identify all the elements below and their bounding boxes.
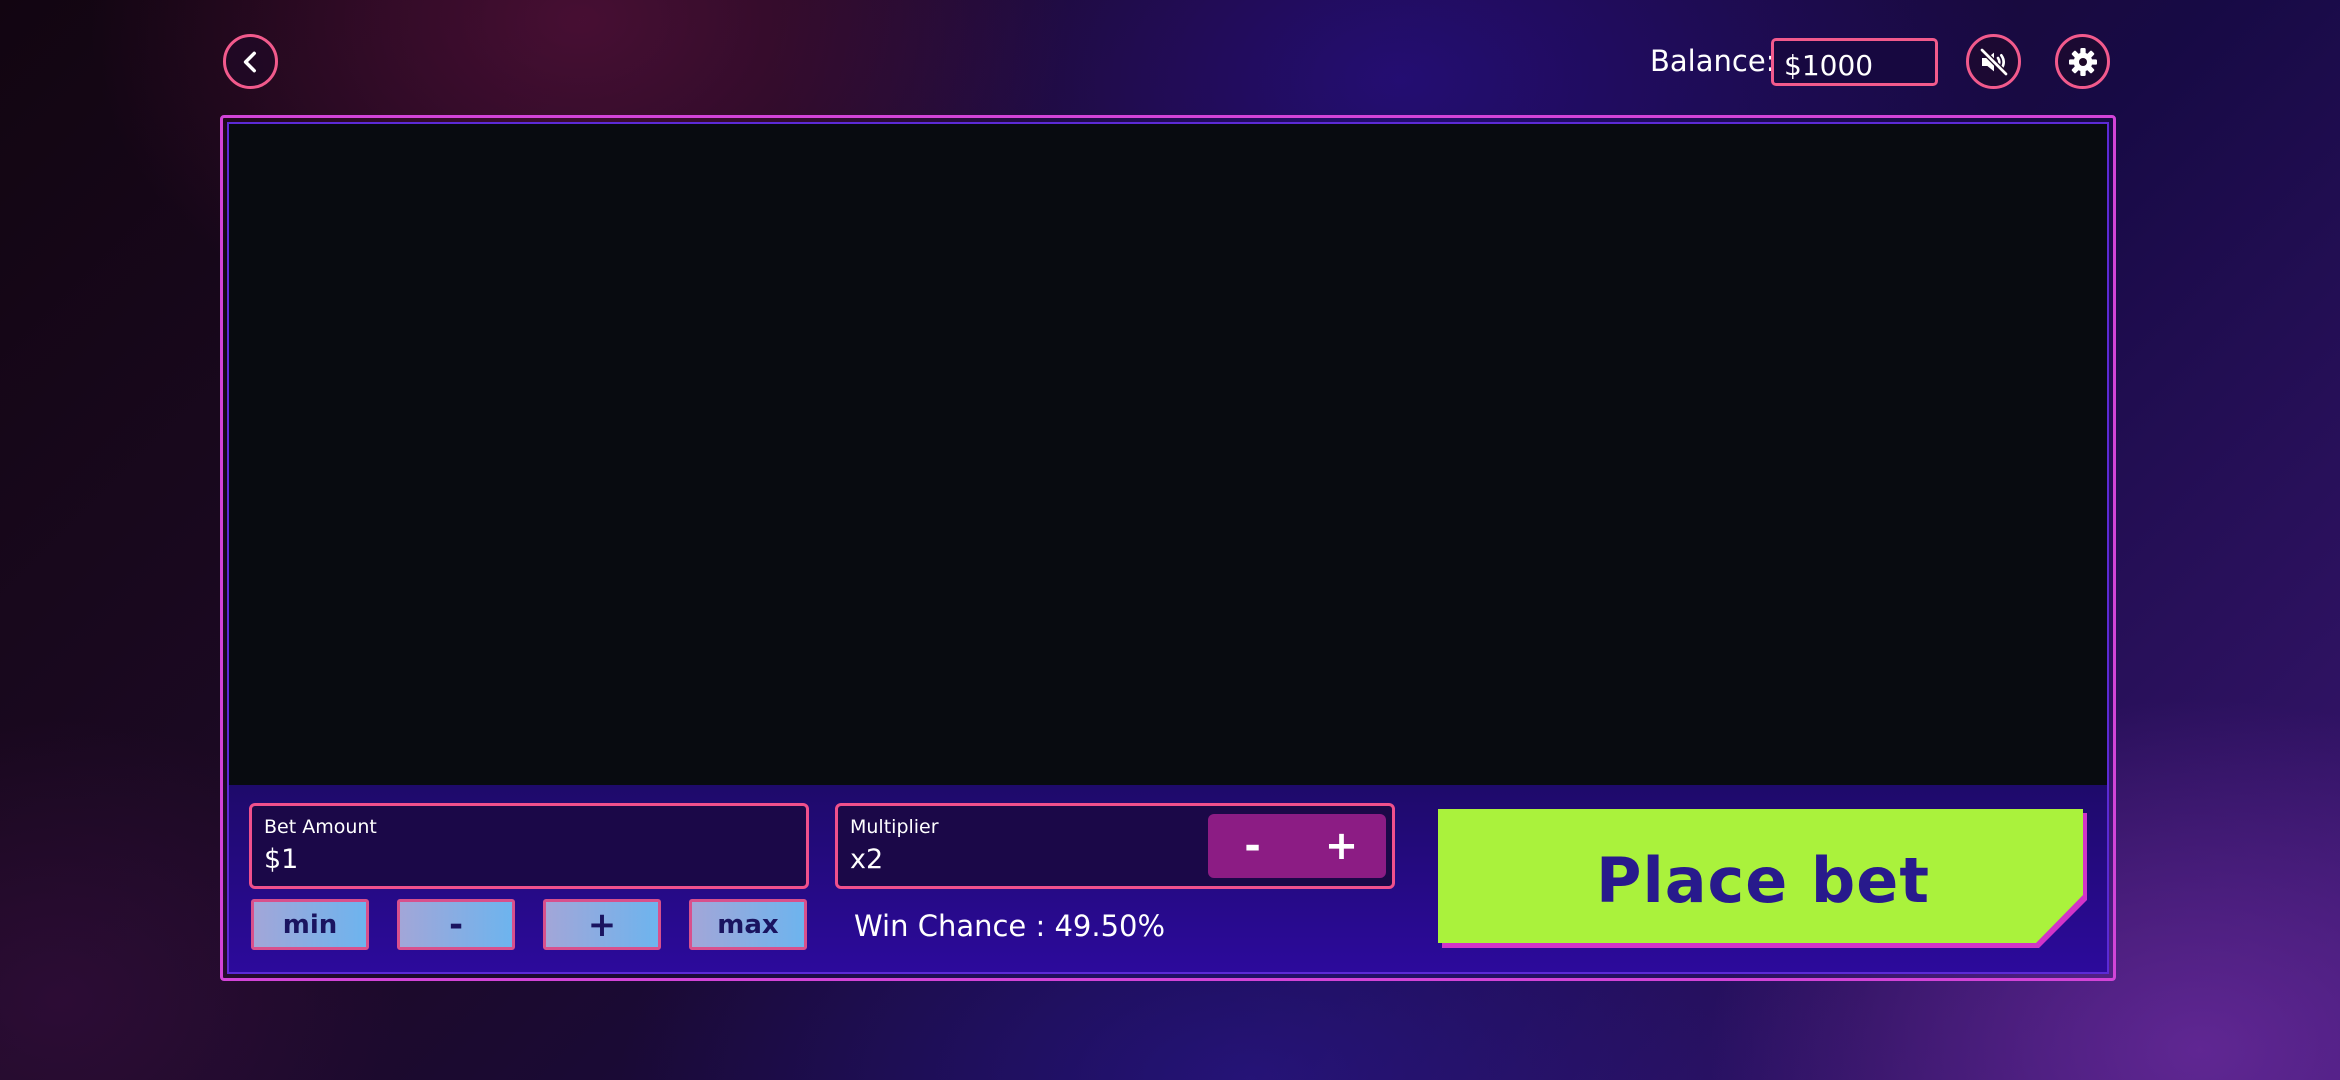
multiplier-stepper: - + [1208,814,1386,878]
back-button[interactable] [223,34,278,89]
bet-amount-field[interactable]: Bet Amount $1 [249,803,809,889]
game-frame: Bet Amount $1 min - + max Multiplier x2 … [220,115,2116,981]
balance-label: Balance: [1650,44,1776,78]
multiplier-field[interactable]: Multiplier x2 - + [835,803,1395,889]
multiplier-label: Multiplier [850,816,939,838]
chevron-left-icon [243,51,256,72]
multiplier-decrease-button[interactable]: - [1208,814,1297,878]
place-bet-button[interactable]: Place bet [1436,807,2090,948]
settings-button[interactable] [2055,34,2110,89]
place-bet-label: Place bet [1596,844,1930,917]
bet-amount-label: Bet Amount [264,816,377,838]
balance-value: $1000 [1771,38,1938,86]
multiplier-input[interactable]: x2 [850,844,883,875]
volume-muted-icon [1979,47,2008,76]
multiplier-increase-button[interactable]: + [1297,814,1386,878]
sound-toggle-button[interactable] [1966,34,2021,89]
bet-max-button[interactable]: max [689,899,807,950]
bet-decrease-button[interactable]: - [397,899,515,950]
bet-increase-button[interactable]: + [543,899,661,950]
gear-icon [2068,47,2097,76]
game-panel: Bet Amount $1 min - + max Multiplier x2 … [227,122,2109,974]
game-canvas [229,124,2107,785]
bet-min-button[interactable]: min [251,899,369,950]
bet-amount-input[interactable]: $1 [264,844,298,875]
bet-controls: Bet Amount $1 min - + max Multiplier x2 … [229,785,2107,972]
win-chance-text: Win Chance : 49.50% [854,909,1166,943]
